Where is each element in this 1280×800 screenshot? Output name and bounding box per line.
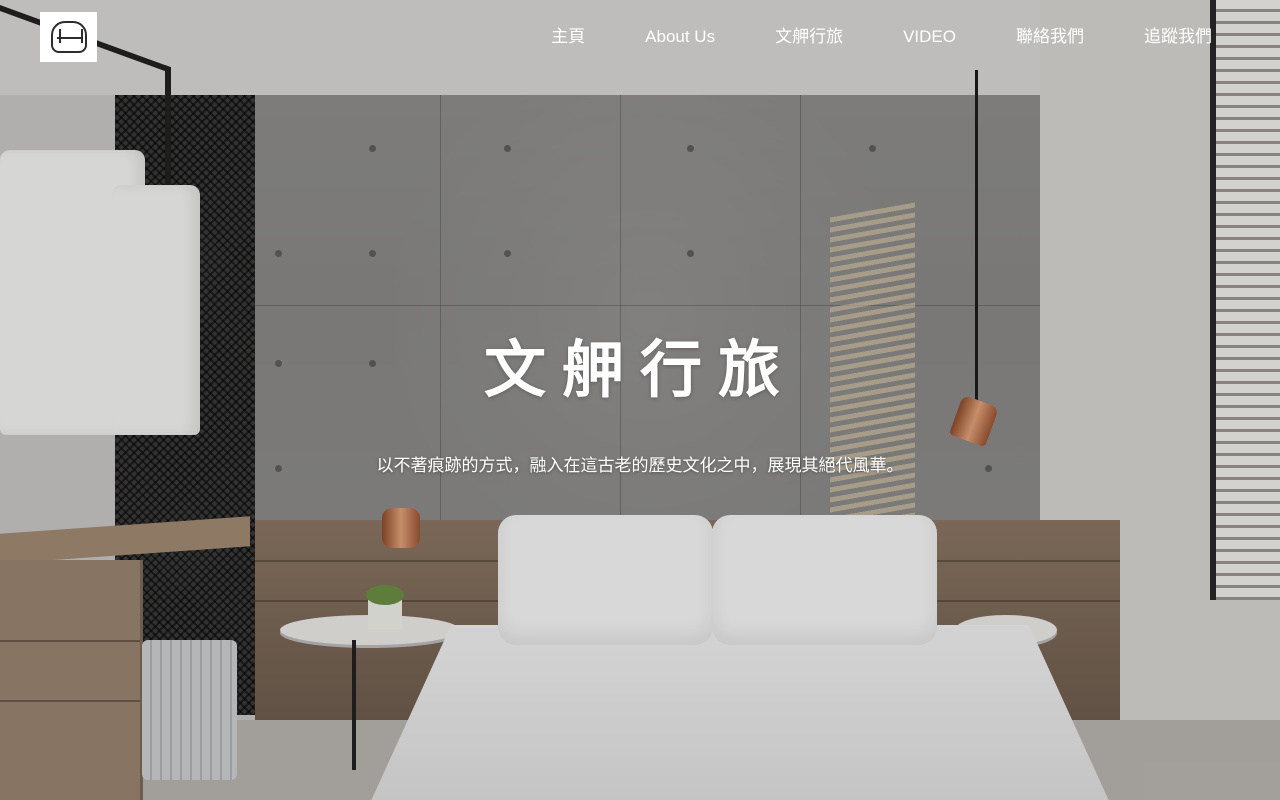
nav-item-about-us[interactable]: About Us xyxy=(645,26,715,48)
site-logo[interactable] xyxy=(40,12,97,62)
nav-item-follow[interactable]: 追蹤我們 xyxy=(1144,26,1212,48)
hero-subtitle: 以不著痕跡的方式，融入在這古老的歷史文化之中，展現其絕代風華。 xyxy=(376,456,904,476)
nav-item-hotel[interactable]: 文舺行旅 xyxy=(775,26,843,48)
nav-item-video[interactable]: VIDEO xyxy=(903,26,956,48)
hero-title: 文舺行旅 xyxy=(483,333,796,406)
nav-item-home[interactable]: 主頁 xyxy=(551,26,585,48)
main-nav: 主頁 About Us 文舺行旅 VIDEO 聯絡我們 追蹤我們 xyxy=(491,26,1212,48)
nav-item-contact[interactable]: 聯絡我們 xyxy=(1016,26,1084,48)
logo-mark-icon xyxy=(50,21,87,53)
